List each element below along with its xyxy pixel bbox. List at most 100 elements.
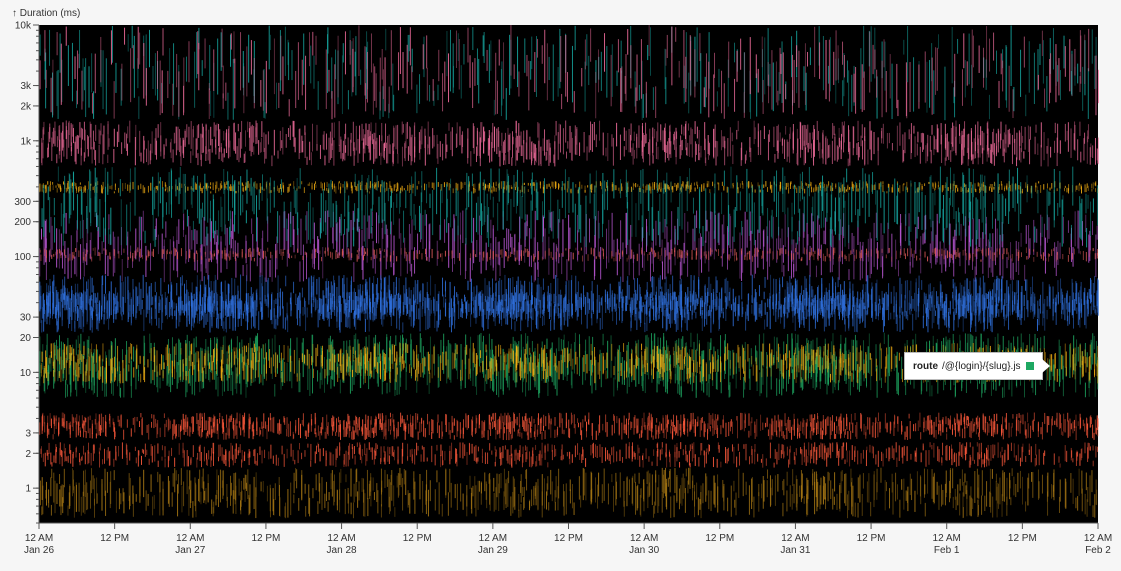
plot-area[interactable] — [39, 25, 1098, 523]
heatmap-cell — [195, 352, 197, 382]
heatmap-cell — [976, 248, 978, 252]
heatmap-cell — [767, 134, 769, 161]
heatmap-cell — [812, 132, 814, 140]
heatmap-cell — [223, 148, 225, 158]
heatmap-cell — [953, 239, 955, 277]
heatmap-cell — [623, 127, 625, 141]
heatmap-cell — [76, 298, 78, 307]
heatmap-cell — [806, 183, 808, 186]
heatmap-cell — [870, 294, 872, 300]
heatmap-cell — [195, 336, 197, 348]
heatmap-cell — [373, 139, 375, 164]
heatmap-cell — [666, 226, 668, 256]
heatmap-cell — [547, 304, 549, 310]
heatmap-cell — [567, 303, 569, 327]
heatmap-cell — [328, 137, 330, 163]
heatmap-cell — [658, 295, 660, 301]
heatmap-cell — [144, 187, 146, 194]
heatmap-cell — [988, 248, 990, 256]
heatmap-cell — [81, 128, 83, 140]
heatmap-cell — [585, 339, 587, 365]
heatmap-cell — [888, 247, 890, 253]
heatmap-cell — [241, 301, 243, 315]
heatmap-cell — [336, 305, 338, 317]
heatmap-cell — [552, 257, 554, 260]
heatmap-cell — [507, 353, 509, 388]
heatmap-cell — [520, 306, 522, 320]
heatmap-cell — [934, 247, 936, 257]
heatmap-cell — [747, 251, 749, 255]
heatmap-cell — [515, 137, 517, 166]
heatmap-cell — [278, 345, 280, 363]
heatmap-cell — [997, 128, 999, 153]
heatmap-cell — [555, 296, 557, 314]
heatmap-cell — [676, 301, 678, 313]
heatmap-cell — [271, 254, 273, 282]
heatmap-cell — [116, 301, 118, 313]
heatmap-cell — [558, 308, 560, 319]
heatmap-cell — [504, 251, 506, 257]
heatmap-cell — [393, 184, 395, 191]
heatmap-cell — [213, 122, 215, 137]
heatmap-cell — [558, 294, 560, 307]
heatmap-cell — [89, 295, 91, 307]
heatmap-cell — [933, 135, 935, 156]
heatmap-cell — [387, 301, 389, 313]
heatmap-cell — [458, 300, 460, 319]
heatmap-cell — [1053, 248, 1055, 252]
heatmap-cell — [243, 187, 245, 192]
heatmap-cell — [105, 249, 107, 255]
heatmap-cell — [280, 183, 282, 190]
heatmap-cell — [919, 257, 921, 261]
heatmap-cell — [259, 186, 261, 194]
heatmap-cell — [325, 133, 327, 150]
heatmap-cell — [538, 299, 540, 315]
heatmap-cell — [340, 303, 342, 323]
heatmap-cell — [67, 257, 69, 262]
heatmap-cell — [534, 256, 536, 260]
heatmap-cell — [518, 123, 520, 153]
heatmap-cell — [925, 145, 927, 164]
heatmap-cell — [1085, 251, 1087, 262]
heatmap-cell — [895, 300, 897, 317]
heatmap-cell — [754, 127, 756, 140]
heatmap-cell — [428, 298, 430, 311]
heatmap-cell — [294, 137, 296, 153]
heatmap-cell — [369, 181, 371, 188]
heatmap-cell — [394, 294, 396, 308]
heatmap-cell — [288, 253, 290, 259]
heatmap-cell — [897, 260, 899, 277]
heatmap-cell — [1042, 311, 1044, 326]
heatmap-cell — [528, 281, 530, 296]
heatmap-cell — [785, 370, 787, 392]
heatmap-cell — [651, 276, 653, 288]
heatmap-cell — [996, 145, 998, 155]
heatmap-cell — [70, 362, 72, 397]
heatmap-cell — [1097, 301, 1099, 313]
heatmap-cell — [1040, 144, 1042, 167]
heatmap-cell — [52, 181, 54, 185]
heatmap-cell — [338, 363, 340, 379]
heatmap-cell — [857, 309, 859, 315]
heatmap-cell — [660, 124, 662, 142]
heatmap-cell — [308, 278, 310, 305]
heatmap-cell — [837, 146, 839, 160]
heatmap-cell — [250, 126, 252, 157]
heatmap-cell — [296, 337, 298, 377]
heatmap-cell — [1026, 256, 1028, 260]
heatmap-cell — [87, 279, 89, 304]
heatmap-cell — [757, 131, 759, 156]
heatmap-cell — [1040, 185, 1042, 193]
heatmap-cell — [1054, 242, 1056, 268]
heatmap-cell — [345, 123, 347, 139]
heatmap-cell — [1027, 300, 1029, 318]
heatmap-cell — [572, 252, 574, 260]
heatmap-cell — [1070, 128, 1072, 158]
heatmap-cell — [531, 340, 533, 352]
heatmap-cell — [965, 305, 967, 319]
heatmap-cell — [685, 251, 687, 259]
heatmap-cell — [263, 250, 265, 259]
heatmap-cell — [200, 347, 202, 382]
heatmap-cell — [939, 241, 941, 265]
heatmap-cell — [331, 143, 333, 159]
